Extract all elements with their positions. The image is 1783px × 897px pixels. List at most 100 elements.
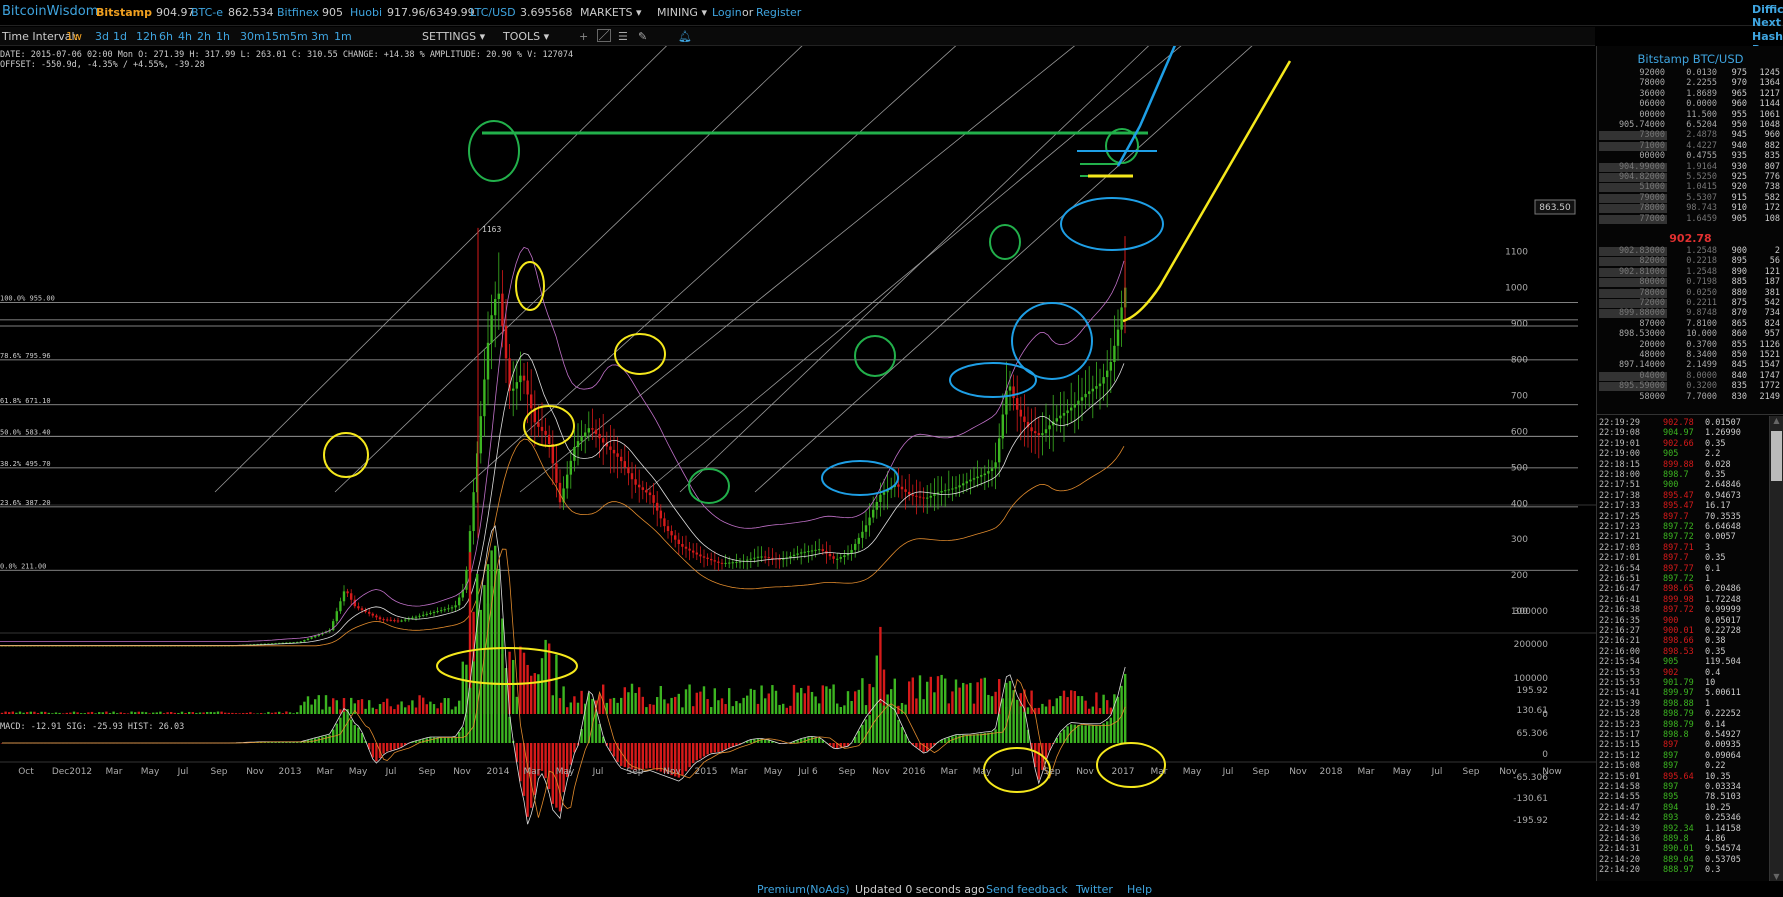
- interval-12h[interactable]: 12h: [136, 30, 157, 43]
- crosshair-tool-icon[interactable]: +: [579, 30, 588, 43]
- trade-cell: 899.88: [1663, 459, 1694, 470]
- scrollbar-thumb[interactable]: [1771, 431, 1782, 481]
- interval-1h[interactable]: 1h: [216, 30, 230, 43]
- candle-body: [702, 556, 706, 558]
- candle-body: [771, 557, 774, 559]
- interval-6h[interactable]: 6h: [159, 30, 173, 43]
- ticker-bitstamp-name[interactable]: Bitstamp: [96, 6, 152, 19]
- orderbook-cell: 78000: [1639, 203, 1665, 214]
- orderbook-title[interactable]: Bitstamp BTC/USD: [1597, 52, 1783, 66]
- scroll-up-icon[interactable]: ▲: [1771, 416, 1782, 425]
- macd-histogram-bar: [638, 743, 641, 770]
- ticker-btce-name[interactable]: BTC-e: [191, 6, 223, 19]
- interval-3d[interactable]: 3d: [95, 30, 109, 43]
- orderbook-cell: 1.9164: [1686, 161, 1717, 172]
- ticker-bitfinex-name[interactable]: Bitfinex: [277, 6, 319, 19]
- macd-histogram-bar: [623, 743, 626, 768]
- orderbook-cell: 1772: [1759, 381, 1780, 392]
- ask-row: 92000 0.0130 975 1245: [1597, 68, 1783, 79]
- difficulty-link[interactable]: Difficu: [1752, 3, 1783, 16]
- trade-cell: 22:18:00: [1599, 470, 1640, 480]
- volume-bar: [422, 697, 425, 714]
- tools-menu[interactable]: TOOLS ▾: [503, 30, 549, 43]
- macd-histogram-bar: [1044, 743, 1048, 760]
- volume-bar: [1084, 700, 1087, 714]
- trade-cell: 895.64: [1663, 771, 1694, 782]
- macd-tick-label: 65.306: [1517, 729, 1549, 739]
- candle-body: [864, 525, 868, 532]
- candle-body: [404, 619, 407, 621]
- x-axis-label: Sep: [1463, 767, 1480, 777]
- volume-bar: [11, 711, 14, 714]
- candle-body: [1098, 383, 1102, 387]
- settings-menu[interactable]: SETTINGS ▾: [422, 30, 485, 43]
- ticker-ltc-name[interactable]: LTC/USD: [470, 6, 516, 19]
- orderbook-cell: 855: [1731, 339, 1747, 350]
- volume-bar: [234, 713, 238, 714]
- logo[interactable]: BitcoinWisdom: [2, 4, 98, 19]
- bid-row: 902.83000 1.2548 900 2: [1597, 246, 1783, 257]
- volume-bar: [1026, 707, 1030, 714]
- trades-scrollbar[interactable]: ▲ ▼: [1769, 416, 1783, 881]
- help-link[interactable]: Help: [1127, 883, 1152, 896]
- alert-bell-icon[interactable]: 🔔︎: [678, 30, 692, 43]
- line-tool-icon[interactable]: ／: [597, 29, 611, 42]
- markets-menu[interactable]: MARKETS ▾: [580, 6, 642, 19]
- fib-level-label: 61.8% 671.10: [0, 397, 51, 405]
- candle-body: [458, 597, 461, 606]
- interval-2h[interactable]: 2h: [197, 30, 211, 43]
- feedback-link[interactable]: Send feedback: [986, 883, 1068, 896]
- macd-histogram-bar: [652, 743, 655, 770]
- interval-5m[interactable]: 5m: [290, 30, 308, 43]
- trade-cell: 898.65: [1663, 584, 1694, 595]
- macd-histogram-bar: [645, 743, 648, 769]
- ticker-huobi-name[interactable]: Huobi: [350, 6, 382, 19]
- volume-bar: [897, 705, 900, 714]
- orderbook-cell: 902.81000: [1618, 266, 1665, 277]
- trade-cell: 897.7: [1663, 553, 1689, 564]
- interval-1w[interactable]: 1w: [66, 30, 82, 43]
- volume-bar: [616, 702, 619, 714]
- trade-cell: 898.66: [1663, 636, 1694, 647]
- mining-menu[interactable]: MINING ▾: [657, 6, 707, 19]
- interval-1d[interactable]: 1d: [113, 30, 127, 43]
- login-link[interactable]: Login: [712, 6, 742, 19]
- register-link[interactable]: Register: [756, 6, 801, 19]
- next-link[interactable]: Next: [1752, 16, 1781, 29]
- trade-cell: 22:17:21: [1599, 532, 1640, 543]
- trade-cell: 898.7: [1663, 470, 1689, 480]
- trade-cell: 6.64648: [1705, 522, 1741, 532]
- premium-link[interactable]: Premium(NoAds): [757, 883, 850, 896]
- volume-bar: [461, 661, 464, 714]
- volume-bar: [785, 707, 788, 714]
- volume-bar: [191, 712, 194, 714]
- trend-channel-line: [644, 46, 1182, 493]
- volume-bar: [1080, 696, 1084, 714]
- candle-body: [544, 430, 547, 435]
- candle-body: [695, 552, 698, 555]
- annotation-yellow-circle: [323, 432, 369, 478]
- trade-row: 22:15:15 897 0.00935: [1597, 740, 1783, 751]
- hline-tool-icon[interactable]: ☰: [618, 30, 628, 43]
- price-chart[interactable]: 11001000900800700600500400300200100863.5…: [0, 46, 1596, 881]
- candle-body: [566, 474, 569, 489]
- volume-bar: [364, 708, 367, 714]
- volume-bar: [22, 712, 25, 714]
- volume-bar: [134, 712, 137, 714]
- orderbook-cell: 850: [1731, 350, 1747, 360]
- interval-1m[interactable]: 1m: [334, 30, 352, 43]
- volume-bar: [357, 700, 360, 714]
- interval-15m[interactable]: 15m: [265, 30, 290, 43]
- interval-30m[interactable]: 30m: [240, 30, 265, 43]
- interval-4h[interactable]: 4h: [178, 30, 192, 43]
- volume-bar: [36, 713, 40, 714]
- candle-body: [454, 605, 457, 608]
- scroll-down-icon[interactable]: ▼: [1771, 872, 1782, 881]
- trade-cell: 905: [1663, 657, 1679, 668]
- macd-histogram-bar: [587, 696, 590, 743]
- pen-tool-icon[interactable]: ✎: [638, 30, 647, 43]
- twitter-link[interactable]: Twitter: [1076, 883, 1113, 896]
- volume-bar: [162, 713, 166, 714]
- interval-3m[interactable]: 3m: [311, 30, 329, 43]
- candle-body: [749, 558, 752, 560]
